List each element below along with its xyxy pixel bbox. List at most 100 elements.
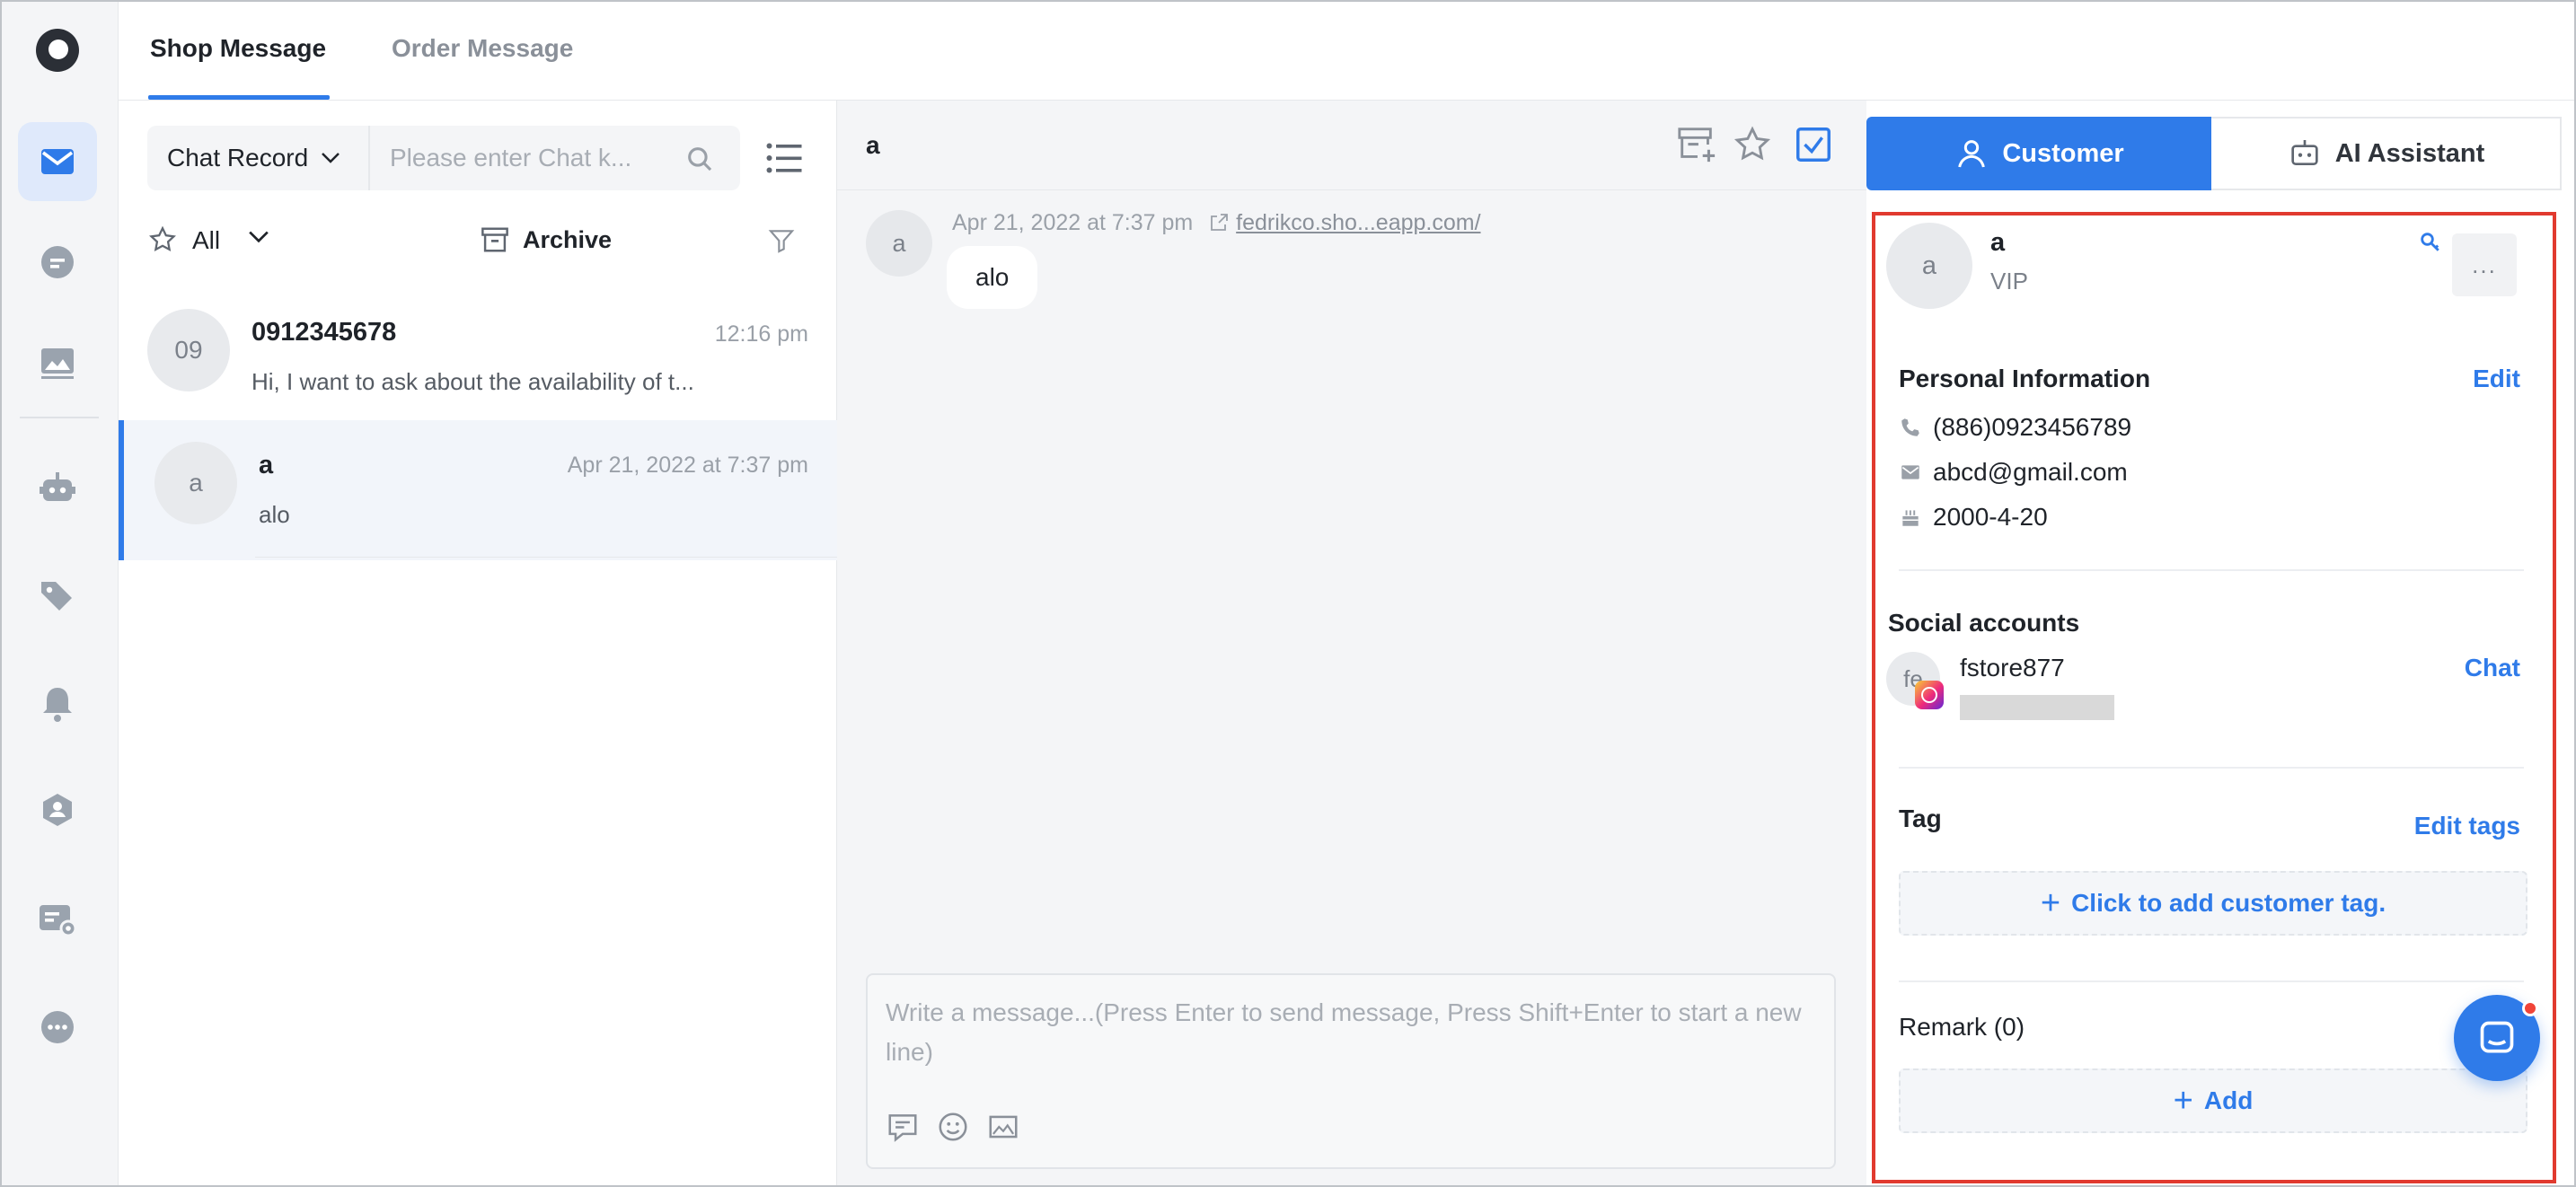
list-view-icon[interactable] xyxy=(765,140,803,176)
conversation-item-selected[interactable]: a a Apr 21, 2022 at 7:37 pm alo xyxy=(119,420,837,560)
section-divider xyxy=(1899,767,2524,769)
more-options-button[interactable]: ... xyxy=(2452,233,2517,296)
list-divider xyxy=(255,557,837,558)
chat-title: a xyxy=(866,131,880,159)
add-tag-label: Click to add customer tag. xyxy=(2071,889,2386,917)
conversation-name: a xyxy=(259,451,274,479)
side-tabs: Customer AI Assistant xyxy=(1866,117,2562,190)
plus-icon: + xyxy=(2173,1082,2193,1120)
add-remark-button[interactable]: + Add xyxy=(1899,1068,2527,1133)
conversation-list-panel: Chat Record All Archive 09 0912345678 12… xyxy=(119,101,837,1185)
more-icon[interactable] xyxy=(18,988,97,1067)
composer-placeholder[interactable]: Write a message...(Press Enter to send m… xyxy=(886,993,1820,1072)
message-bubble: alo xyxy=(947,246,1038,309)
archive-button[interactable]: Archive xyxy=(523,226,612,254)
chat-bubble-icon[interactable] xyxy=(18,223,97,302)
active-tab-indicator xyxy=(148,95,330,100)
phone-row: (886)0923456789 xyxy=(1899,411,2131,444)
image-upload-icon[interactable] xyxy=(986,1110,1020,1144)
edit-button[interactable]: Edit xyxy=(2473,365,2520,393)
phone-icon xyxy=(1901,418,1919,436)
user-shield-icon[interactable] xyxy=(18,772,97,851)
personal-information-title: Personal Information xyxy=(1899,365,2151,392)
tab-customer-label: Customer xyxy=(2002,138,2124,168)
left-rail xyxy=(2,2,119,1185)
cake-icon xyxy=(1902,510,1919,526)
star-icon[interactable] xyxy=(1732,124,1773,165)
search-scope-label: Chat Record xyxy=(167,144,309,171)
archive-add-icon[interactable] xyxy=(1676,124,1717,165)
conversation-time: Apr 21, 2022 at 7:37 pm xyxy=(567,453,808,478)
message-meta: Apr 21, 2022 at 7:37 pm fedrikco.sho...e… xyxy=(952,210,1481,236)
robot-icon xyxy=(2291,140,2318,165)
customer-level: VIP xyxy=(1990,268,2028,295)
chat-widget-icon xyxy=(2480,1021,2514,1053)
avatar: a xyxy=(866,210,932,277)
key-icon[interactable] xyxy=(2418,230,2443,255)
customer-name: a xyxy=(1990,228,2006,257)
tab-ai-assistant-label: AI Assistant xyxy=(2334,138,2485,168)
star-icon[interactable] xyxy=(147,224,178,255)
avatar: a xyxy=(1886,223,1972,309)
conversation-time: 12:16 pm xyxy=(714,321,808,347)
bell-icon[interactable] xyxy=(18,664,97,743)
tab-customer[interactable]: Customer xyxy=(1866,117,2211,190)
instagram-icon xyxy=(1915,681,1944,709)
card-settings-icon[interactable] xyxy=(18,880,97,959)
add-remark-label: Add xyxy=(2203,1086,2254,1114)
birthday-row: 2000-4-20 xyxy=(1899,501,2048,533)
customer-birthday: 2000-4-20 xyxy=(1933,503,2048,531)
top-tabs: Shop Message Order Message xyxy=(119,2,2574,101)
email-row: abcd@gmail.com xyxy=(1899,456,2128,488)
message-timestamp: Apr 21, 2022 at 7:37 pm xyxy=(952,210,1194,235)
section-divider xyxy=(1899,980,2524,982)
redacted-text xyxy=(1960,695,2114,720)
filter-icon[interactable] xyxy=(767,226,796,255)
emoji-icon[interactable] xyxy=(936,1110,970,1144)
app-logo xyxy=(36,29,79,72)
quick-reply-icon[interactable] xyxy=(886,1110,920,1144)
social-account-name: fstore877 xyxy=(1960,654,2065,681)
all-filter-label[interactable]: All xyxy=(192,226,220,255)
search-icon[interactable] xyxy=(684,144,715,174)
avatar: 09 xyxy=(147,309,230,391)
filter-row: All Archive xyxy=(147,217,812,262)
robot-icon[interactable] xyxy=(18,449,97,528)
section-divider xyxy=(1899,569,2524,571)
tag-title: Tag xyxy=(1899,805,1942,832)
notification-dot xyxy=(2522,1000,2538,1016)
avatar: a xyxy=(154,442,237,524)
mail-icon[interactable] xyxy=(18,122,97,201)
image-icon[interactable] xyxy=(18,323,97,402)
remark-title: Remark (0) xyxy=(1899,1013,2025,1041)
social-chat-button[interactable]: Chat xyxy=(2465,654,2520,682)
plus-icon: + xyxy=(2040,884,2061,922)
tab-shop-message[interactable]: Shop Message xyxy=(150,34,326,63)
message-link[interactable]: fedrikco.sho...eapp.com/ xyxy=(1236,210,1480,235)
external-link-icon xyxy=(1211,214,1229,231)
archive-icon[interactable] xyxy=(480,226,510,253)
conversation-name: 0912345678 xyxy=(251,318,397,347)
customer-phone: (886)0923456789 xyxy=(1933,413,2132,441)
chevron-down-icon[interactable] xyxy=(248,230,269,244)
search-scope-dropdown[interactable]: Chat Record xyxy=(147,126,370,190)
conversation-preview: Hi, I want to ask about the availability… xyxy=(251,368,694,395)
search-input[interactable] xyxy=(372,126,677,190)
add-tag-button[interactable]: + Click to add customer tag. xyxy=(1899,871,2527,936)
rail-divider xyxy=(20,417,99,418)
conversation-item[interactable]: 09 0912345678 12:16 pm Hi, I want to ask… xyxy=(119,289,837,429)
app-window: Shop Message Order Message Chat Record A… xyxy=(0,0,2576,1187)
check-square-icon[interactable] xyxy=(1793,124,1834,165)
edit-tags-button[interactable]: Edit tags xyxy=(2414,812,2520,840)
tab-order-message[interactable]: Order Message xyxy=(392,34,573,63)
chat-header: a xyxy=(837,101,1866,190)
customer-email: abcd@gmail.com xyxy=(1933,458,2128,486)
chevron-down-icon xyxy=(322,153,340,163)
social-accounts-title: Social accounts xyxy=(1888,609,2080,637)
message-composer[interactable]: Write a message...(Press Enter to send m… xyxy=(866,973,1836,1169)
tags-icon[interactable] xyxy=(18,557,97,636)
user-icon xyxy=(1958,140,1986,168)
conversation-preview: alo xyxy=(259,501,290,528)
chat-panel: a a Apr 21, 2022 at 7:37 pm fedrikco.sho… xyxy=(837,101,1866,1185)
tab-ai-assistant[interactable]: AI Assistant xyxy=(2211,117,2562,190)
